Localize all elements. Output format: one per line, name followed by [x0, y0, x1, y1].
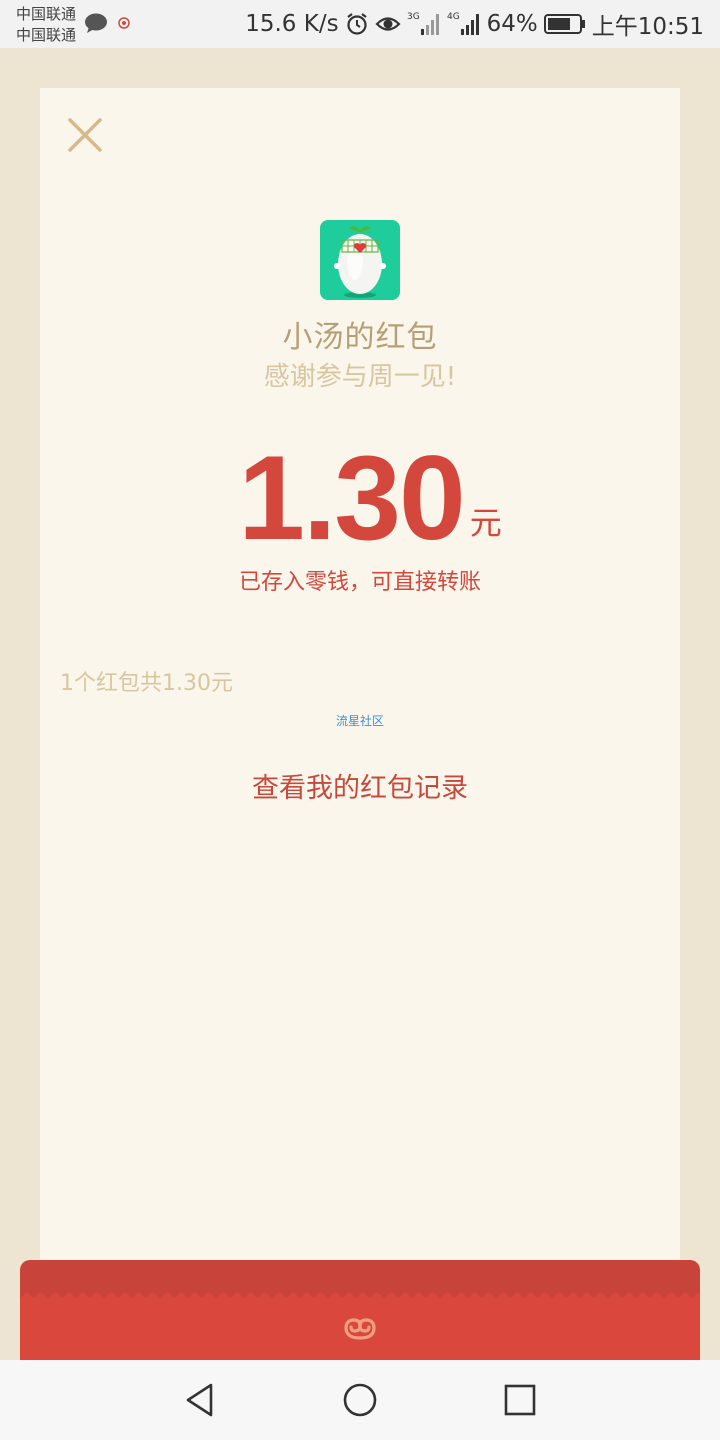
- status-bar: 中国联通 中国联通 15.6 K/s 3G 4G 64% 上午10:51: [0, 0, 720, 48]
- eye-comfort-icon: [375, 17, 401, 31]
- sender-name: 小汤的红包: [282, 320, 438, 355]
- amount-unit: 元: [469, 504, 502, 542]
- envelope-bottom: [20, 1260, 700, 1360]
- source-link[interactable]: 流星社区: [40, 712, 680, 729]
- net-speed: 15.6 K/s: [245, 11, 339, 37]
- back-triangle-icon[interactable]: [180, 1380, 220, 1420]
- chat-bubble-icon: [85, 13, 107, 33]
- alarm-icon: [346, 13, 367, 35]
- carrier-1: 中国联通: [16, 5, 77, 23]
- svg-text:4G: 4G: [447, 12, 460, 22]
- carrier-labels: 中国联通 中国联通: [16, 4, 76, 46]
- home-circle-icon[interactable]: [340, 1380, 380, 1420]
- signal-sim2-icon: 4G: [447, 12, 479, 35]
- battery-icon: [543, 14, 585, 34]
- recent-square-icon[interactable]: [500, 1380, 540, 1420]
- sender-avatar: [320, 220, 400, 300]
- app-notification-icon: [118, 17, 130, 29]
- close-icon[interactable]: [64, 114, 106, 156]
- view-records-link[interactable]: 查看我的红包记录: [40, 766, 680, 805]
- greeting-message: 感谢参与周一见!: [263, 362, 457, 392]
- signal-sim1-icon: 3G: [407, 12, 439, 35]
- packet-summary: 1个红包共1.30元: [60, 671, 233, 696]
- svg-text:3G: 3G: [407, 12, 420, 22]
- battery-percent: 64%: [486, 11, 538, 37]
- status-icons: 15.6 K/s 3G 4G 64% 上午10:51: [245, 0, 704, 48]
- saved-to-balance-note: 已存入零钱，可直接转账: [238, 570, 481, 595]
- navigation-bar: [0, 1360, 720, 1440]
- red-packet-card: 小汤的红包 感谢参与周一见! 1.30 元 已存入零钱，可直接转账 1个红包共1…: [40, 88, 680, 1300]
- cloud-swirl-icon: [344, 1318, 376, 1340]
- amount-value: 1.30: [238, 431, 466, 565]
- clock: 上午10:51: [591, 14, 704, 40]
- carrier-2: 中国联通: [16, 26, 77, 44]
- amount-display: 1.30 元: [50, 438, 690, 558]
